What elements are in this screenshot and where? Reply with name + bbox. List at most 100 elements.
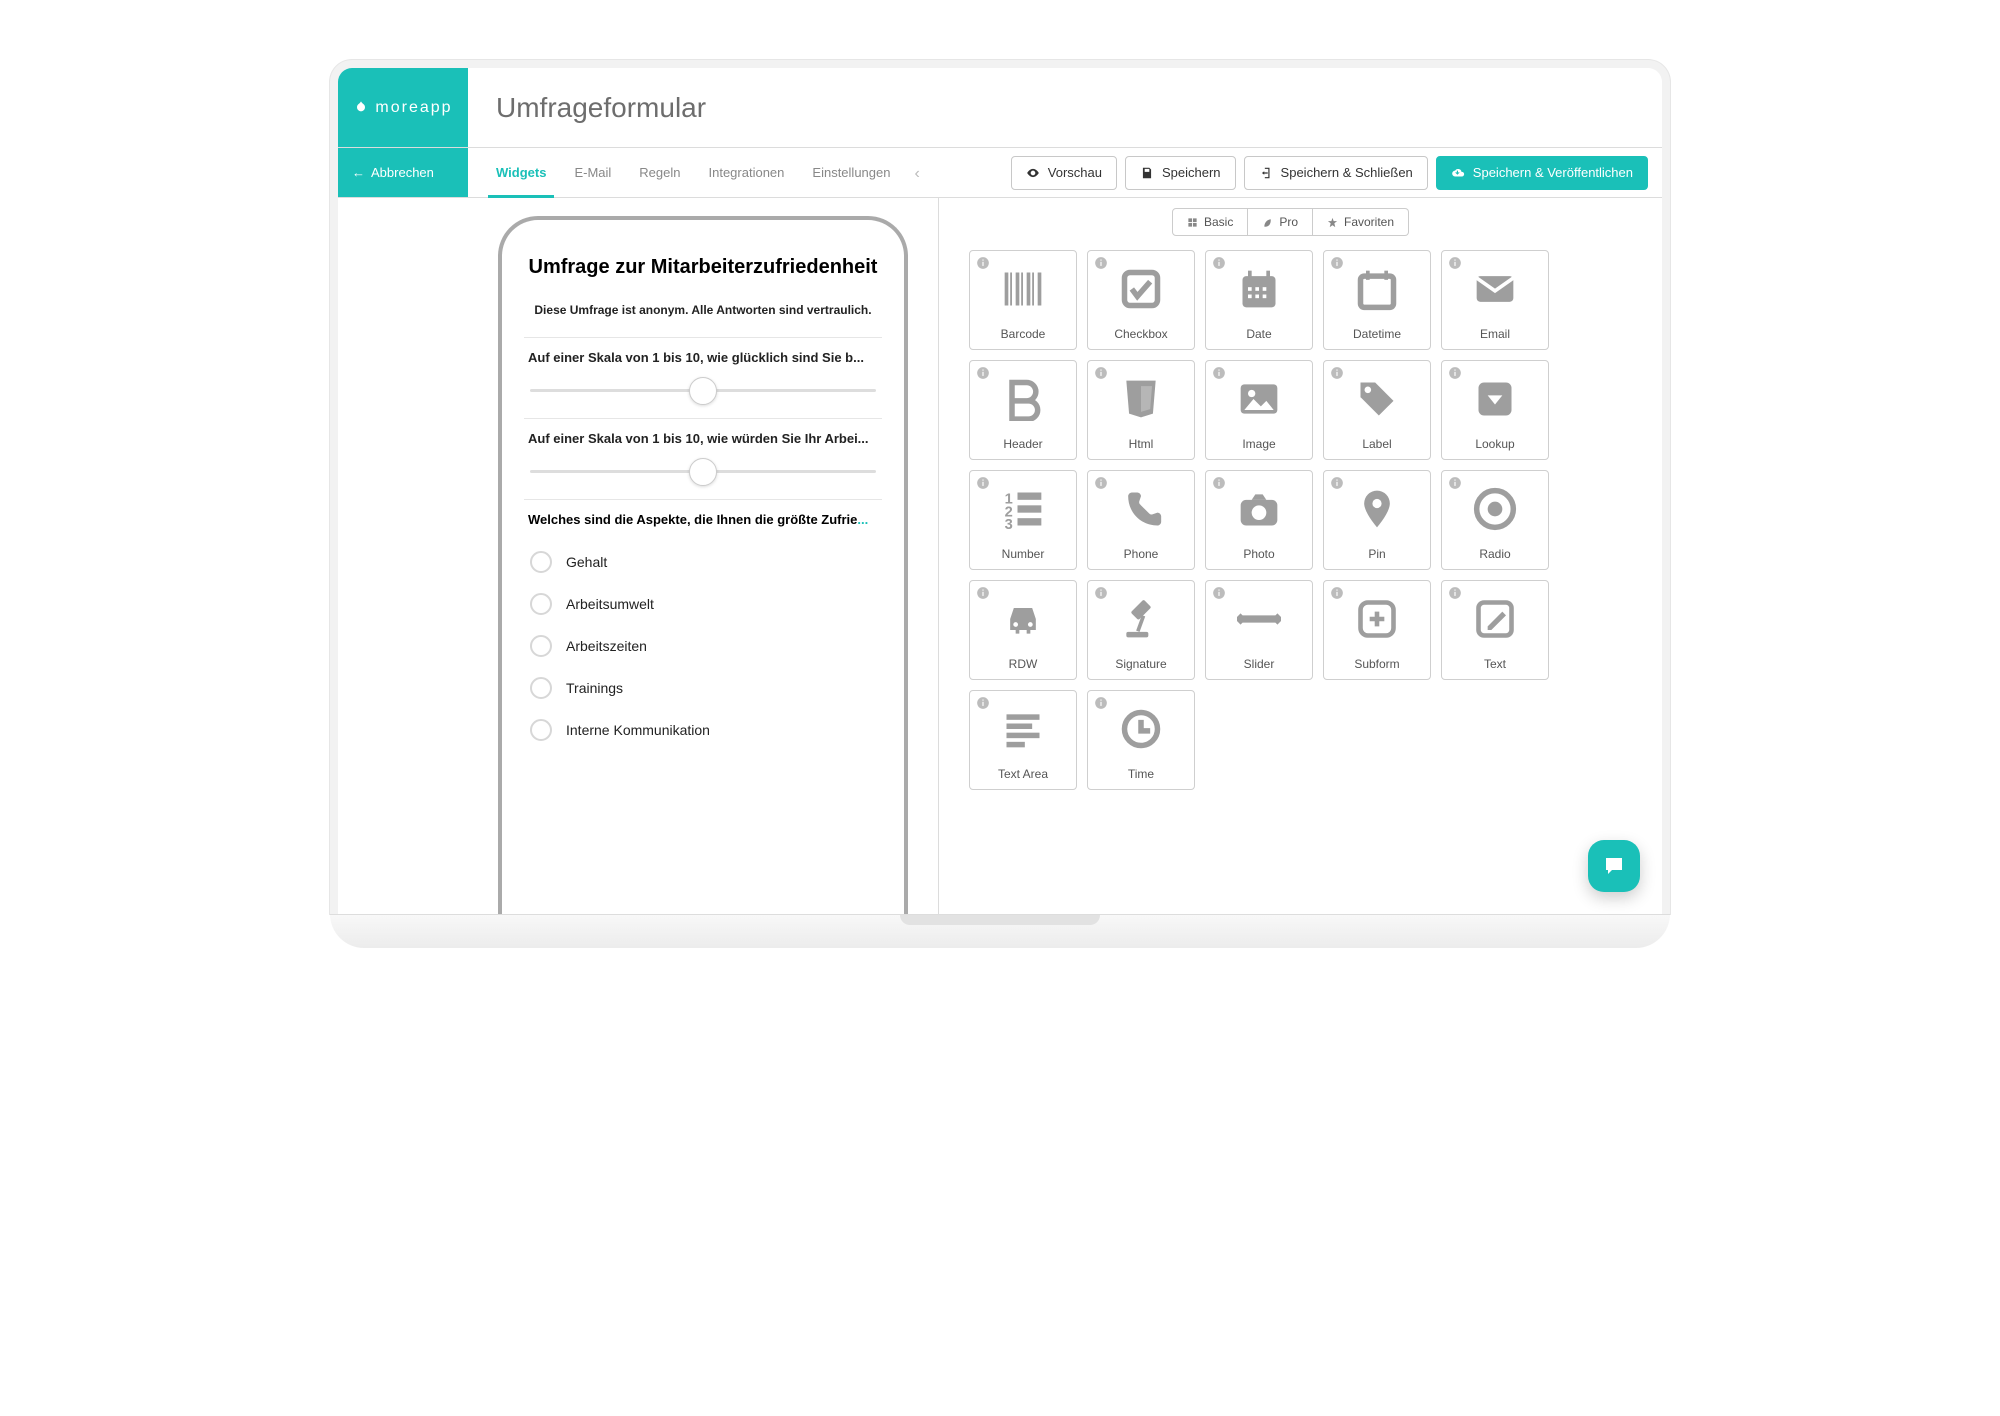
info-icon[interactable] [1448, 366, 1462, 380]
info-icon[interactable] [1330, 476, 1344, 490]
info-icon[interactable] [1212, 586, 1226, 600]
tab-einstellungen[interactable]: Einstellungen [798, 149, 904, 197]
widget-lookup[interactable]: Lookup [1441, 360, 1549, 460]
action-buttons: Vorschau Speichern Speichern & Schließen [1011, 156, 1662, 190]
calendar-grid-icon [1237, 251, 1281, 327]
slider-icon [1237, 581, 1281, 657]
info-icon[interactable] [976, 586, 990, 600]
widget-datetime[interactable]: Datetime [1323, 250, 1431, 350]
save-button[interactable]: Speichern [1125, 156, 1236, 190]
widget-html[interactable]: Html [1087, 360, 1195, 460]
car-icon [1001, 581, 1045, 657]
info-icon[interactable] [976, 476, 990, 490]
slider-field-1[interactable]: Auf einer Skala von 1 bis 10, wie glückl… [524, 337, 882, 418]
widget-label: Lookup [1475, 437, 1514, 451]
radio-circle-icon [530, 719, 552, 741]
tab-e-mail[interactable]: E-Mail [560, 149, 625, 197]
widget-email[interactable]: Email [1441, 250, 1549, 350]
info-icon[interactable] [1330, 366, 1344, 380]
tabs-scroll-left[interactable]: ‹ [904, 149, 929, 197]
widget-pin[interactable]: Pin [1323, 470, 1431, 570]
info-icon[interactable] [1212, 256, 1226, 270]
save-close-label: Speichern & Schließen [1281, 165, 1413, 180]
palette-grid: BarcodeCheckboxDateDatetimeEmail HeaderHt… [969, 250, 1612, 790]
radio-option[interactable]: Arbeitsumwelt [528, 583, 878, 625]
widget-date[interactable]: Date [1205, 250, 1313, 350]
radio-question[interactable]: Welches sind die Aspekte, die Ihnen die … [524, 499, 882, 757]
filter-basic[interactable]: Basic [1172, 208, 1248, 236]
info-icon[interactable] [1094, 696, 1108, 710]
widget-checkbox[interactable]: Checkbox [1087, 250, 1195, 350]
info-icon[interactable] [1212, 366, 1226, 380]
header-bar: moreapp Umfrageformular [338, 68, 1662, 148]
info-icon[interactable] [1094, 256, 1108, 270]
cancel-label: Abbrechen [371, 165, 434, 180]
widget-image[interactable]: Image [1205, 360, 1313, 460]
save-publish-label: Speichern & Veröffentlichen [1473, 165, 1633, 180]
widget-signature[interactable]: Signature [1087, 580, 1195, 680]
tab-widgets[interactable]: Widgets [482, 149, 560, 197]
radio-option[interactable]: Arbeitszeiten [528, 625, 878, 667]
info-icon[interactable] [1448, 476, 1462, 490]
form-preview[interactable]: Umfrage zur Mitarbeiterzufriedenheit Die… [502, 220, 904, 914]
widget-rdw[interactable]: RDW [969, 580, 1077, 680]
sub-header: ← Abbrechen WidgetsE-MailRegelnIntegrati… [338, 148, 1662, 198]
info-icon[interactable] [1330, 586, 1344, 600]
widget-photo[interactable]: Photo [1205, 470, 1313, 570]
widget-label: Time [1128, 767, 1154, 781]
widget-palette: Basic Pro Favoriten BarcodeCheckboxDateD… [938, 198, 1662, 914]
info-icon[interactable] [1448, 586, 1462, 600]
info-icon[interactable] [1094, 476, 1108, 490]
widget-header[interactable]: Header [969, 360, 1077, 460]
slider-field-2[interactable]: Auf einer Skala von 1 bis 10, wie würden… [524, 418, 882, 499]
widget-time[interactable]: Time [1087, 690, 1195, 790]
cancel-button[interactable]: ← Abbrechen [338, 148, 468, 197]
chat-bubble[interactable] [1588, 840, 1640, 892]
info-icon[interactable] [976, 366, 990, 380]
align-left-icon [1001, 691, 1045, 767]
radio-option[interactable]: Trainings [528, 667, 878, 709]
laptop-frame: moreapp Umfrageformular ← Abbrechen Widg… [330, 60, 1670, 948]
form-title: Umfrage zur Mitarbeiterzufriedenheit [524, 256, 882, 279]
tab-integrationen[interactable]: Integrationen [695, 149, 799, 197]
arrow-left-icon: ← [352, 165, 365, 180]
left-gutter [338, 198, 468, 914]
filter-pro-label: Pro [1279, 215, 1298, 229]
slider-2-track[interactable] [530, 470, 876, 473]
widget-subform[interactable]: Subform [1323, 580, 1431, 680]
save-publish-button[interactable]: Speichern & Veröffentlichen [1436, 156, 1648, 190]
cloud-upload-icon [1451, 166, 1465, 180]
widget-slider[interactable]: Slider [1205, 580, 1313, 680]
info-icon[interactable] [1094, 586, 1108, 600]
tab-regeln[interactable]: Regeln [625, 149, 694, 197]
info-icon[interactable] [1094, 366, 1108, 380]
info-icon[interactable] [1212, 476, 1226, 490]
info-icon[interactable] [976, 256, 990, 270]
widget-radio[interactable]: Radio [1441, 470, 1549, 570]
plus-square-icon [1355, 581, 1399, 657]
logo-icon [353, 100, 369, 116]
radio-option[interactable]: Interne Kommunikation [528, 709, 878, 751]
info-icon[interactable] [1448, 256, 1462, 270]
leaf-icon [1262, 217, 1273, 228]
info-icon[interactable] [1330, 256, 1344, 270]
filter-pro[interactable]: Pro [1248, 208, 1313, 236]
widget-barcode[interactable]: Barcode [969, 250, 1077, 350]
widget-label: Number [1002, 547, 1045, 561]
pin-icon [1355, 471, 1399, 547]
brand-logo[interactable]: moreapp [338, 68, 468, 147]
radio-question-label: Welches sind die Aspekte, die Ihnen die … [528, 512, 878, 527]
preview-button[interactable]: Vorschau [1011, 156, 1117, 190]
radio-option[interactable]: Gehalt [528, 541, 878, 583]
widget-textarea[interactable]: Text Area [969, 690, 1077, 790]
bold-icon [1001, 361, 1045, 437]
widget-label[interactable]: Label [1323, 360, 1431, 460]
info-icon[interactable] [976, 696, 990, 710]
widget-label: Radio [1479, 547, 1510, 561]
widget-text[interactable]: Text [1441, 580, 1549, 680]
widget-number[interactable]: Number [969, 470, 1077, 570]
filter-favorites[interactable]: Favoriten [1313, 208, 1409, 236]
slider-1-track[interactable] [530, 389, 876, 392]
save-close-button[interactable]: Speichern & Schließen [1244, 156, 1428, 190]
widget-phone[interactable]: Phone [1087, 470, 1195, 570]
